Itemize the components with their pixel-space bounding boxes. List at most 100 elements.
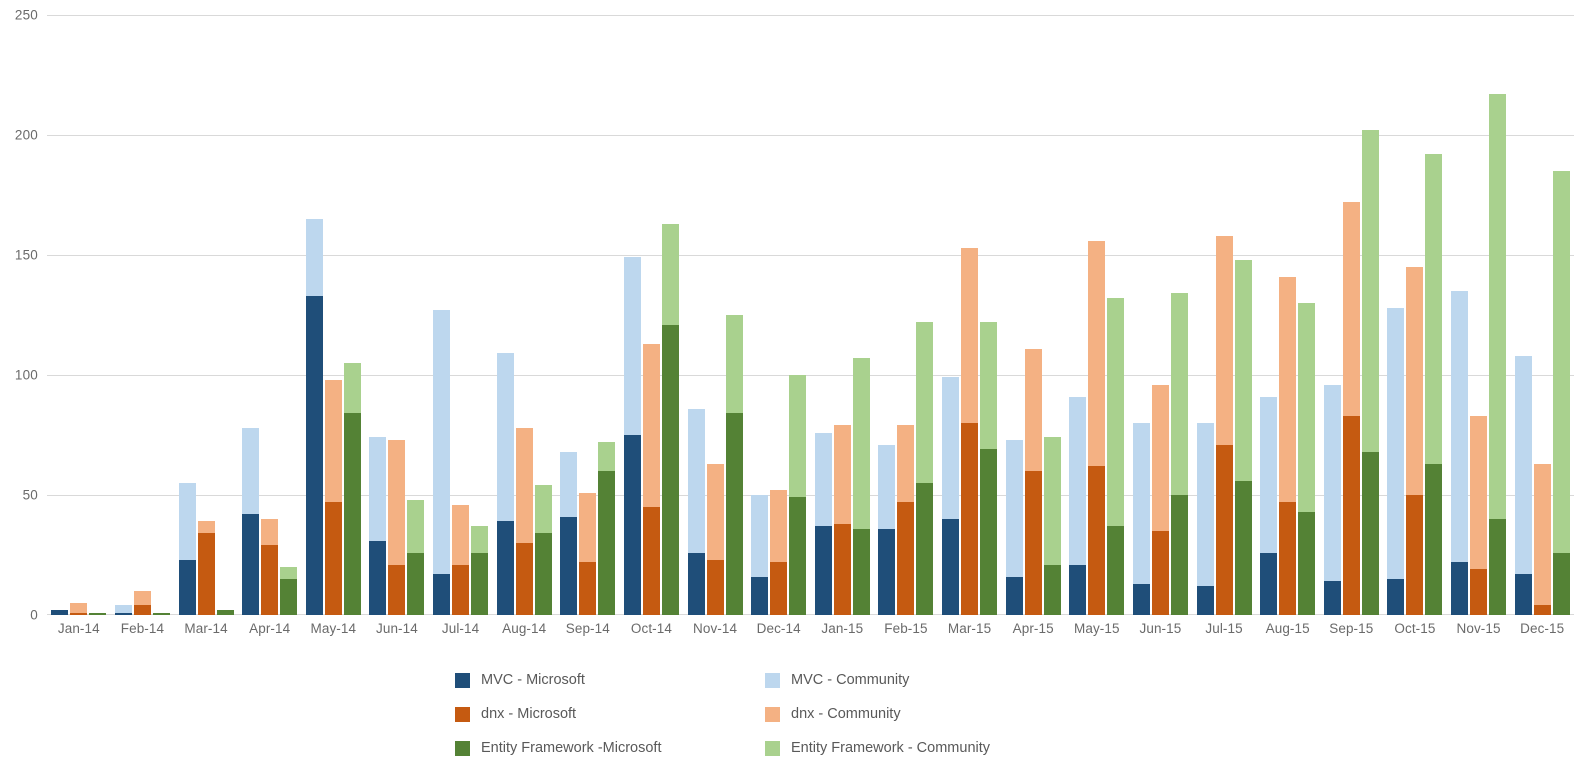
bar-segment[interactable] xyxy=(1387,307,1405,579)
bar-segment[interactable] xyxy=(1298,511,1316,615)
bar-segment[interactable] xyxy=(1361,130,1379,452)
bar-stack[interactable] xyxy=(1425,154,1443,615)
bar-segment[interactable] xyxy=(515,543,533,615)
bar-stack[interactable] xyxy=(1132,423,1150,615)
bar-segment[interactable] xyxy=(152,612,170,615)
bar-stack[interactable] xyxy=(687,408,705,615)
bar-stack[interactable] xyxy=(1088,240,1106,615)
bar-segment[interactable] xyxy=(388,439,406,565)
bar-segment[interactable] xyxy=(770,490,788,563)
legend-item[interactable]: MVC - Microsoft xyxy=(455,672,765,688)
bar-stack[interactable] xyxy=(369,437,387,615)
legend-item[interactable]: Entity Framework - Community xyxy=(765,740,1075,756)
bar-segment[interactable] xyxy=(515,427,533,543)
bar-segment[interactable] xyxy=(1005,576,1023,615)
bar-segment[interactable] xyxy=(916,483,934,615)
bar-segment[interactable] xyxy=(751,576,769,615)
bar-stack[interactable] xyxy=(1451,291,1469,615)
bar-segment[interactable] xyxy=(1533,463,1551,606)
bar-stack[interactable] xyxy=(280,567,298,615)
bar-segment[interactable] xyxy=(1170,495,1188,615)
bar-stack[interactable] xyxy=(1234,259,1252,615)
bar-segment[interactable] xyxy=(305,219,323,296)
bar-segment[interactable] xyxy=(623,435,641,615)
bar-segment[interactable] xyxy=(1323,581,1341,615)
bar-segment[interactable] xyxy=(51,610,69,615)
bar-stack[interactable] xyxy=(598,442,616,615)
bar-segment[interactable] xyxy=(1024,348,1042,471)
bar-segment[interactable] xyxy=(1132,583,1150,615)
bar-stack[interactable] xyxy=(1024,348,1042,615)
bar-segment[interactable] xyxy=(942,519,960,615)
bar-stack[interactable] xyxy=(197,521,215,615)
legend-item[interactable]: dnx - Microsoft xyxy=(455,706,765,722)
bar-segment[interactable] xyxy=(1107,526,1125,615)
bar-segment[interactable] xyxy=(897,425,915,503)
bar-segment[interactable] xyxy=(305,295,323,615)
bar-segment[interactable] xyxy=(1323,384,1341,582)
bar-stack[interactable] xyxy=(1361,130,1379,615)
bar-stack[interactable] xyxy=(242,427,260,615)
bar-segment[interactable] xyxy=(661,223,679,325)
bar-stack[interactable] xyxy=(1406,267,1424,615)
bar-segment[interactable] xyxy=(496,353,514,522)
bar-segment[interactable] xyxy=(114,612,132,615)
bar-segment[interactable] xyxy=(433,574,451,615)
bar-segment[interactable] xyxy=(197,521,215,534)
bar-segment[interactable] xyxy=(878,528,896,615)
bar-stack[interactable] xyxy=(579,492,597,615)
bar-segment[interactable] xyxy=(897,502,915,615)
bar-stack[interactable] xyxy=(178,483,196,615)
bar-stack[interactable] xyxy=(1043,437,1061,615)
bar-segment[interactable] xyxy=(1552,552,1570,615)
bar-segment[interactable] xyxy=(471,552,489,615)
bar-segment[interactable] xyxy=(1260,552,1278,615)
bar-segment[interactable] xyxy=(433,310,451,575)
bar-segment[interactable] xyxy=(789,375,807,498)
bar-segment[interactable] xyxy=(980,322,998,450)
bar-segment[interactable] xyxy=(1425,154,1443,464)
bar-stack[interactable] xyxy=(1514,355,1532,615)
bar-segment[interactable] xyxy=(1234,259,1252,481)
bar-segment[interactable] xyxy=(687,552,705,615)
bar-segment[interactable] xyxy=(642,507,660,615)
bar-segment[interactable] xyxy=(1196,586,1214,615)
bar-segment[interactable] xyxy=(1361,451,1379,615)
bar-segment[interactable] xyxy=(1342,415,1360,615)
bar-segment[interactable] xyxy=(133,591,151,606)
bar-stack[interactable] xyxy=(1387,307,1405,615)
bar-stack[interactable] xyxy=(407,499,425,615)
bar-segment[interactable] xyxy=(324,502,342,615)
bar-stack[interactable] xyxy=(1533,463,1551,615)
bar-segment[interactable] xyxy=(1451,562,1469,615)
bar-stack[interactable] xyxy=(496,353,514,615)
bar-segment[interactable] xyxy=(1024,471,1042,615)
bar-segment[interactable] xyxy=(878,444,896,529)
legend-item[interactable]: Entity Framework -Microsoft xyxy=(455,740,765,756)
bar-stack[interactable] xyxy=(833,425,851,615)
bar-stack[interactable] xyxy=(1170,293,1188,615)
bar-stack[interactable] xyxy=(305,219,323,615)
bar-stack[interactable] xyxy=(51,610,69,615)
bar-segment[interactable] xyxy=(1406,495,1424,615)
bar-segment[interactable] xyxy=(280,567,298,579)
bar-stack[interactable] xyxy=(261,519,279,615)
bar-stack[interactable] xyxy=(388,439,406,615)
bar-segment[interactable] xyxy=(178,483,196,560)
bar-stack[interactable] xyxy=(343,363,361,615)
bar-segment[interactable] xyxy=(1215,444,1233,615)
bar-segment[interactable] xyxy=(407,499,425,553)
bar-stack[interactable] xyxy=(725,315,743,615)
bar-stack[interactable] xyxy=(1298,303,1316,615)
bar-segment[interactable] xyxy=(706,559,724,615)
bar-segment[interactable] xyxy=(1489,519,1507,615)
bar-stack[interactable] xyxy=(89,612,107,615)
bar-segment[interactable] xyxy=(980,449,998,615)
bar-segment[interactable] xyxy=(725,413,743,615)
bar-segment[interactable] xyxy=(1043,437,1061,565)
bar-segment[interactable] xyxy=(534,485,552,534)
bar-segment[interactable] xyxy=(242,427,260,515)
bar-segment[interactable] xyxy=(661,324,679,615)
bar-segment[interactable] xyxy=(789,497,807,615)
bar-segment[interactable] xyxy=(560,451,578,517)
